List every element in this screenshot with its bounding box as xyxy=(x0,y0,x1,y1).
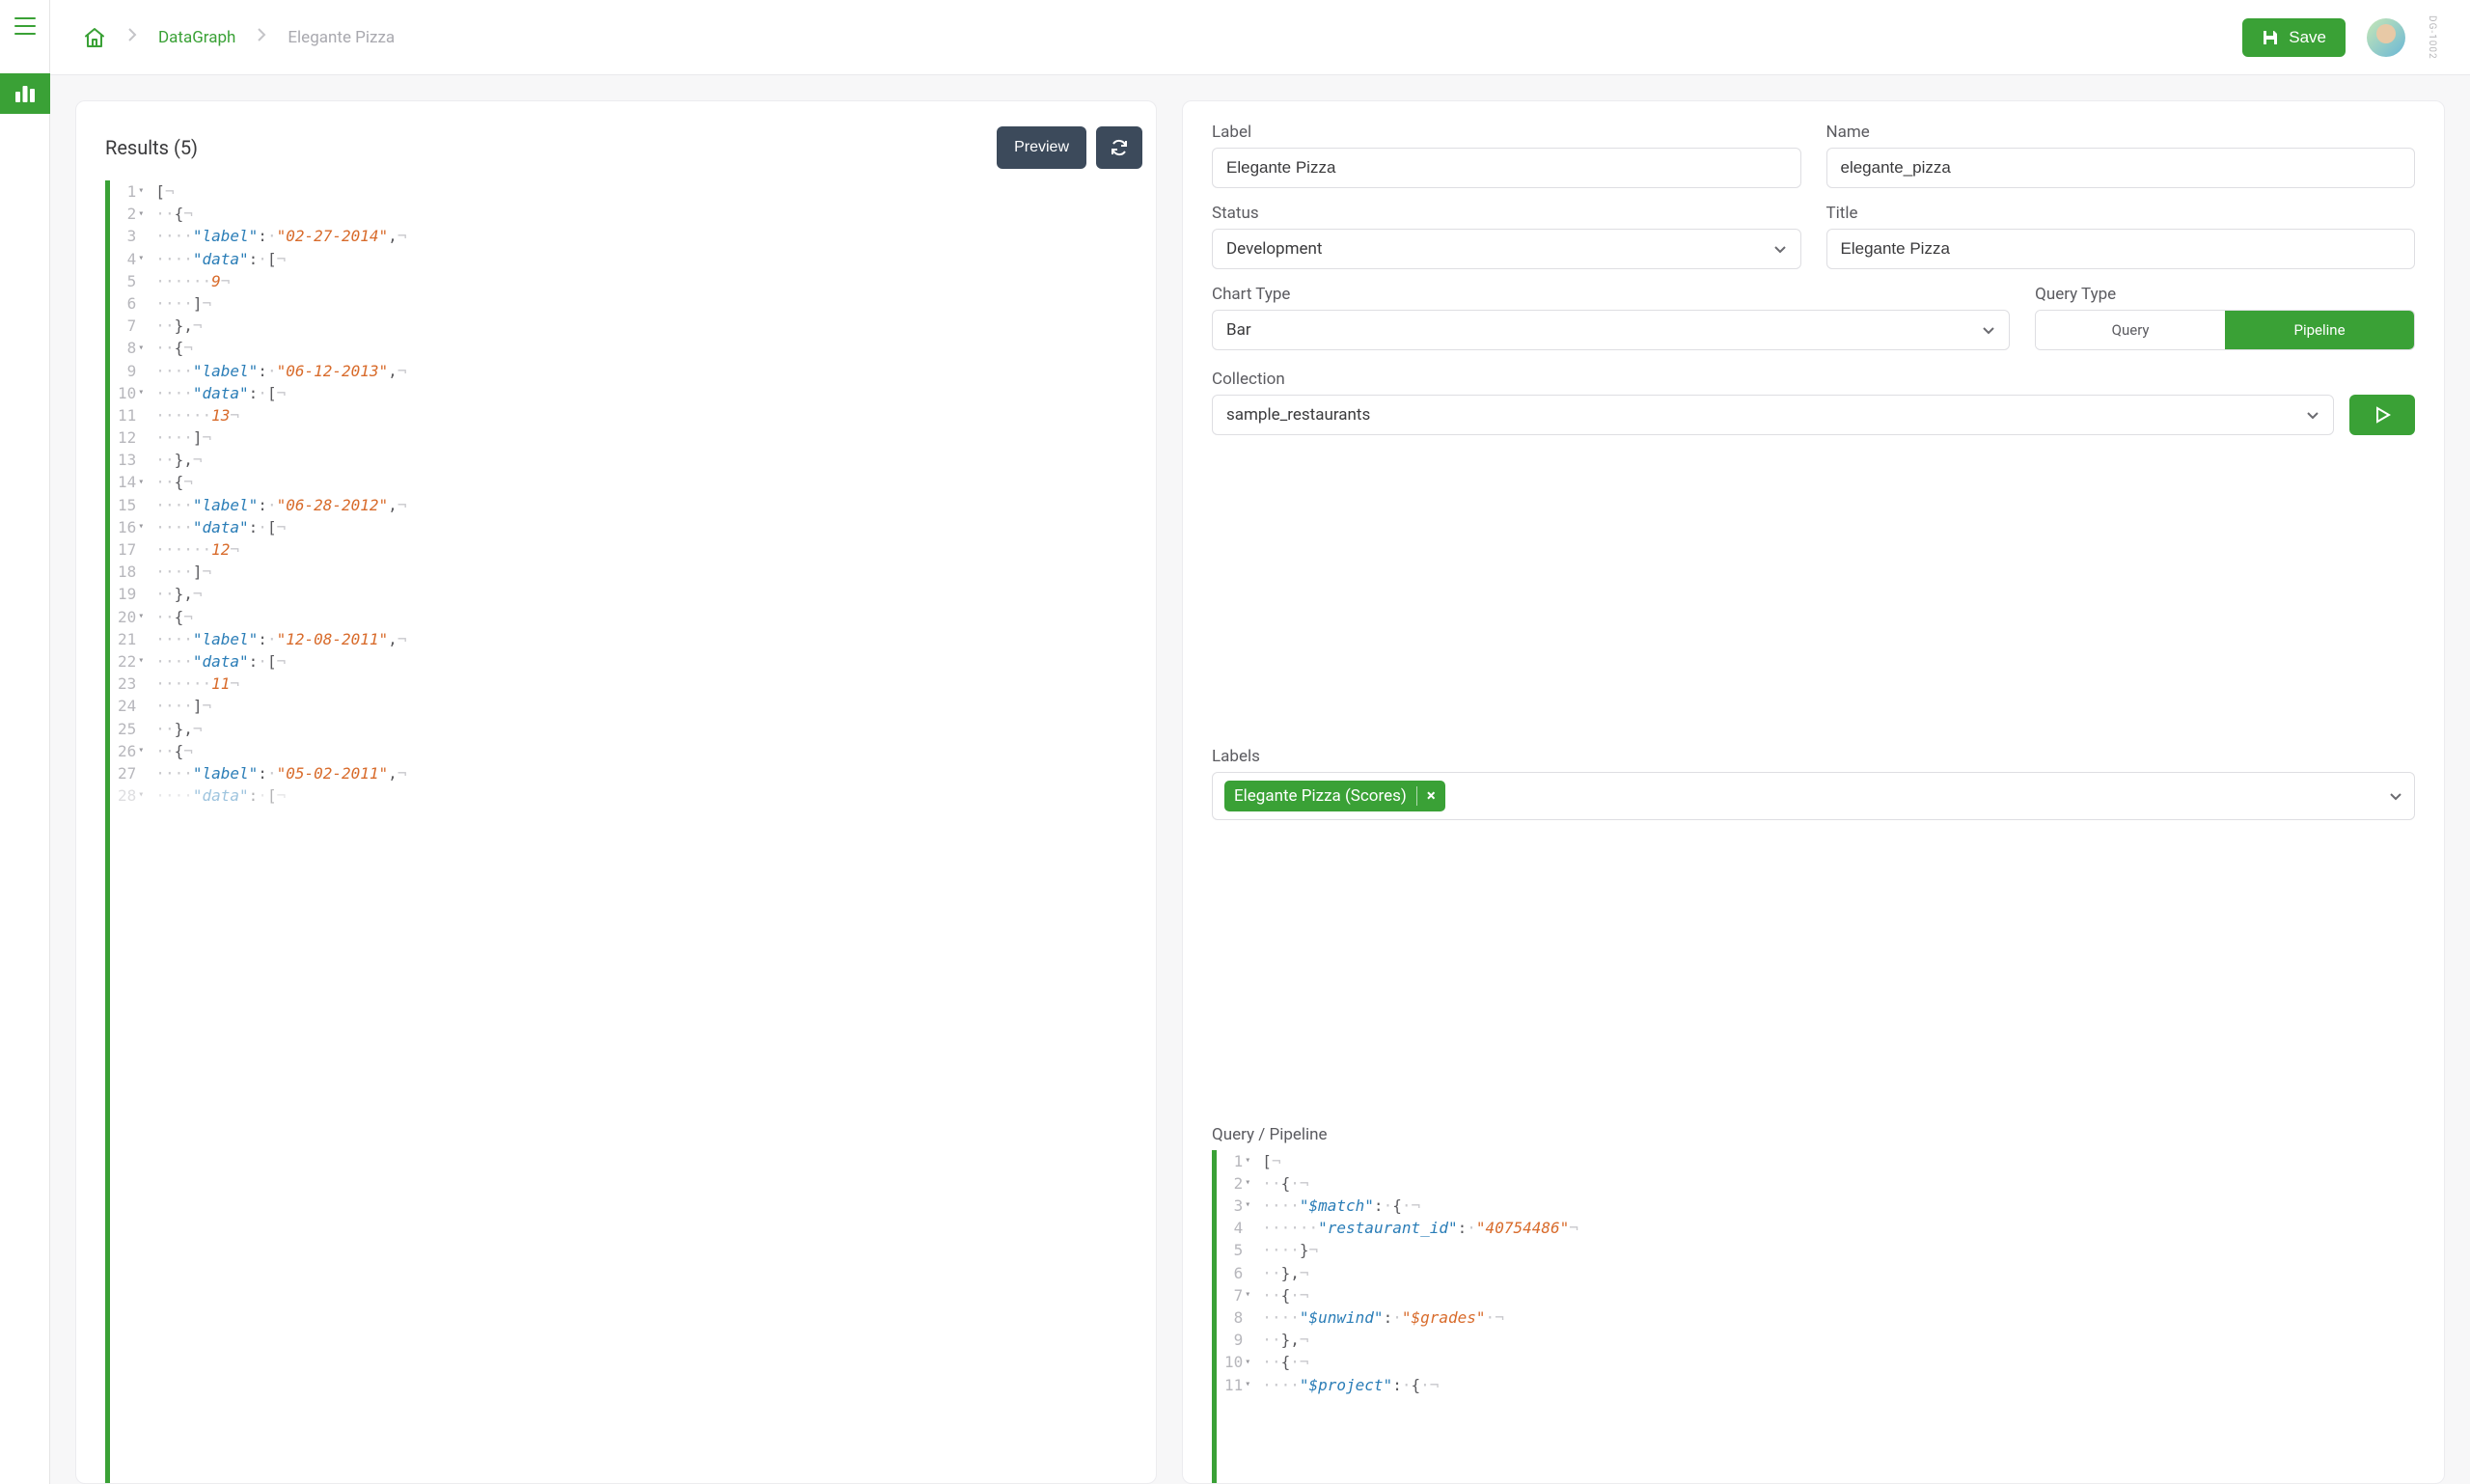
collection-select[interactable]: sample_restaurants xyxy=(1212,395,2334,435)
query-type-option-query[interactable]: Query xyxy=(2036,311,2225,349)
results-panel: Results (5) Preview 1▾2▾3▾4▾5▾6▾7▾8▾9▾10… xyxy=(75,100,1157,1484)
reports-nav-icon[interactable] xyxy=(0,73,50,114)
chevron-down-icon xyxy=(1773,245,1787,254)
refresh-button[interactable] xyxy=(1096,126,1142,169)
label-lbl: Label xyxy=(1212,123,1801,142)
label-chip: Elegante Pizza (Scores) × xyxy=(1224,781,1445,811)
chevron-down-icon xyxy=(2306,411,2319,420)
labels-select[interactable]: Elegante Pizza (Scores) × xyxy=(1212,772,2415,820)
config-panel: Label Name Status Development xyxy=(1182,100,2445,1484)
breadcrumb-current: Elegante Pizza xyxy=(288,28,395,47)
chevron-down-icon xyxy=(2389,792,2402,801)
collection-lbl: Collection xyxy=(1212,370,2415,389)
main-area: DataGraph Elegante Pizza Save DG-1002 Re… xyxy=(50,0,2470,1484)
left-rail xyxy=(0,0,50,1484)
chart-type-value: Bar xyxy=(1226,320,1251,340)
pipeline-editor[interactable]: 1▾2▾3▾4▾5▾6▾7▾8▾9▾10▾11▾ [¬··{·¬····"$ma… xyxy=(1212,1150,2415,1483)
title-lbl: Title xyxy=(1826,204,2416,223)
status-lbl: Status xyxy=(1212,204,1801,223)
title-input[interactable] xyxy=(1826,229,2416,269)
query-type-lbl: Query Type xyxy=(2035,285,2415,304)
query-type-option-pipeline[interactable]: Pipeline xyxy=(2225,311,2414,349)
chevron-right-icon xyxy=(127,27,137,47)
save-button[interactable]: Save xyxy=(2242,18,2346,57)
pipeline-lbl: Query / Pipeline xyxy=(1212,1125,2415,1144)
name-input[interactable] xyxy=(1826,148,2416,188)
run-button[interactable] xyxy=(2349,395,2415,435)
status-select[interactable]: Development xyxy=(1212,229,1801,269)
results-title: Results (5) xyxy=(105,136,198,159)
chart-type-lbl: Chart Type xyxy=(1212,285,2010,304)
label-chip-text: Elegante Pizza (Scores) xyxy=(1234,786,1407,806)
collection-value: sample_restaurants xyxy=(1226,405,1370,425)
home-icon[interactable] xyxy=(83,27,106,48)
query-type-toggle: Query Pipeline xyxy=(2035,310,2415,350)
version-badge: DG-1002 xyxy=(2427,15,2437,60)
menu-icon[interactable] xyxy=(14,17,36,35)
chevron-right-icon xyxy=(257,27,266,47)
breadcrumb-link[interactable]: DataGraph xyxy=(158,28,235,47)
avatar[interactable] xyxy=(2367,18,2405,57)
chart-type-select[interactable]: Bar xyxy=(1212,310,2010,350)
results-json-viewer[interactable]: 1▾2▾3▾4▾5▾6▾7▾8▾9▾10▾11▾12▾13▾14▾15▾16▾1… xyxy=(105,180,1142,1483)
topbar: DataGraph Elegante Pizza Save DG-1002 xyxy=(50,0,2470,75)
labels-lbl: Labels xyxy=(1212,747,2415,766)
breadcrumb: DataGraph Elegante Pizza xyxy=(83,27,395,48)
name-lbl: Name xyxy=(1826,123,2416,142)
preview-button[interactable]: Preview xyxy=(997,126,1086,169)
label-input[interactable] xyxy=(1212,148,1801,188)
save-button-label: Save xyxy=(2289,28,2326,47)
chip-remove-icon[interactable]: × xyxy=(1427,786,1436,806)
chevron-down-icon xyxy=(1982,326,1995,335)
status-value: Development xyxy=(1226,239,1322,259)
